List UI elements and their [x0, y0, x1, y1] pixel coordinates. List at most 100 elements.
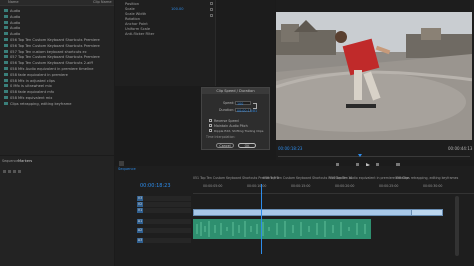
project-item-label: 0 Mfx is ultrawheel mix — [10, 84, 52, 89]
reset-icon[interactable] — [210, 2, 213, 5]
program-timecode-left[interactable]: 00:00:18:23 — [278, 147, 302, 151]
project-item-label: Audio — [10, 9, 21, 13]
audio-clip-waveform[interactable] — [193, 219, 371, 239]
sequence-side-label: Sequence — [2, 159, 19, 163]
project-item-label: 058 Mfx Audio equivalent in premiere tim… — [10, 67, 94, 71]
project-item-label: 058 fade equivalent in premiere — [10, 72, 68, 77]
tool-icon[interactable] — [8, 170, 11, 173]
clip-icon — [4, 38, 8, 41]
track-toggle[interactable]: A2 — [137, 228, 143, 233]
interpolation-label: Time Interpolation: — [206, 135, 236, 139]
tool-icon[interactable] — [13, 170, 16, 173]
clip-icon — [4, 32, 8, 36]
effect-value[interactable]: 100.00 — [171, 7, 184, 12]
track-toggle[interactable]: A1 — [137, 219, 143, 224]
ripple-edit-label: Ripple Edit, Shifting Trailing Clips — [214, 129, 264, 133]
maintain-pitch-checkbox[interactable] — [209, 124, 212, 127]
effect-keyframe-area — [215, 0, 275, 86]
bottom-left-panel: Markers Sequence — [0, 156, 124, 266]
project-item-label: 057 Top Ten Custom Keyboard Shortcuts Pr… — [10, 55, 100, 60]
timeline-timecode[interactable]: 00:00:18:23 — [140, 184, 171, 189]
duration-field[interactable]: 00:00:14:01 — [235, 108, 257, 113]
duration-label: Duration: — [219, 108, 235, 112]
track-header[interactable]: V3 — [137, 196, 191, 201]
reset-icon[interactable] — [210, 14, 213, 17]
project-item-label: 056 Top Ten Custom Keyboard Shortcuts Pr… — [10, 38, 100, 42]
clip-icon — [4, 49, 8, 53]
duration-column-header[interactable]: Clip Name — [93, 0, 112, 5]
skate-scene-image — [276, 12, 472, 140]
tool-strip — [3, 170, 103, 174]
track-toggle[interactable]: V2 — [137, 202, 143, 207]
sequence-tab[interactable]: Sequence — [118, 167, 136, 172]
track-toggle[interactable]: V1 — [137, 208, 143, 213]
track-toggle[interactable]: V3 — [137, 196, 143, 201]
project-item-label: Audio — [10, 32, 21, 37]
playhead-line[interactable] — [261, 184, 262, 254]
clip-icon — [4, 67, 8, 70]
track-header[interactable]: V1 — [137, 208, 191, 213]
tool-icon[interactable] — [3, 170, 6, 173]
clip-icon — [4, 61, 8, 65]
project-item[interactable]: Clips retrapping, editing keyframe — [2, 101, 110, 107]
program-scrub-bar[interactable] — [278, 156, 470, 157]
clip-icon — [4, 55, 8, 59]
program-video-frame — [276, 12, 472, 140]
timeline-ruler[interactable]: 00:00:05:00 00:00:10:00 00:00:15:00 00:00:2… — [193, 184, 474, 194]
ruler-label: 00:00:15:00 — [291, 184, 311, 188]
timeline-sequence-tab[interactable]: 058 Clips retrapping, editing keyframes — [395, 176, 458, 180]
effect-row-label[interactable]: Anti-flicker Filter — [125, 32, 154, 37]
program-playhead-icon[interactable] — [358, 154, 362, 157]
name-column-header[interactable]: Name — [8, 0, 19, 5]
track-header[interactable]: V2 — [137, 202, 191, 207]
project-item-label: 056 Top Ten Custom Keyboard Shortcuts 2.… — [10, 61, 93, 66]
timeline-scrollbar[interactable] — [455, 196, 459, 256]
track-toggle[interactable]: A3 — [137, 238, 143, 243]
project-item-label: 058 Mfx equivalent mix — [10, 96, 53, 100]
clip-icon — [4, 20, 8, 24]
track-header[interactable]: A1 — [137, 219, 191, 224]
project-item-label: Audio — [10, 26, 21, 31]
track-header[interactable]: A2 — [137, 228, 191, 233]
ruler-label: 00:00:25:00 — [379, 184, 399, 188]
markers-tab[interactable]: Markers — [18, 159, 32, 164]
track-header[interactable]: A3 — [137, 238, 191, 243]
project-item-label: 056 Top Ten Custom Keyboard Shortcuts Pr… — [10, 43, 100, 48]
ruler-label: 00:00:10:00 — [247, 184, 267, 188]
cancel-button[interactable]: Cancel — [216, 143, 234, 148]
clip-icon — [4, 84, 8, 88]
project-item-label: Audio — [10, 20, 21, 25]
clip-icon — [4, 96, 8, 99]
timeline-panel: Sequence 051 Top Ten Custom Keyboard Sho… — [115, 166, 474, 266]
clip-speed-dialog: Clip Speed / Duration Speed: 100 Duratio… — [201, 87, 270, 150]
project-item-label: 057 Top Ten custom keyboard shortcuts ec — [10, 49, 87, 54]
clip-icon — [4, 72, 8, 76]
video-clip[interactable] — [193, 209, 443, 216]
ruler-label: 00:00:20:00 — [335, 184, 355, 188]
reverse-speed-checkbox[interactable] — [209, 119, 212, 122]
program-timecode-right: 00:00:44:13 — [448, 146, 473, 151]
project-header: Name Clip Name — [0, 0, 114, 6]
project-item-label: Audio — [10, 14, 21, 19]
project-panel: Name Clip Name Audio Audio Audio Audio Audio… — [0, 0, 114, 155]
program-monitor-panel: 00:00:18:23 00:00:44:13 — [276, 0, 474, 167]
reverse-speed-label: Reverse Speed — [214, 119, 239, 123]
video-clip-right[interactable] — [411, 209, 443, 216]
ripple-edit-checkbox[interactable] — [209, 129, 212, 132]
reset-icon[interactable] — [210, 8, 213, 11]
ok-button[interactable]: OK — [238, 143, 256, 148]
clip-icon — [4, 101, 8, 105]
project-item-label: 058 fade equivalent mfx — [10, 90, 55, 95]
project-item-label: Clips retrapping, editing keyframe — [10, 101, 72, 106]
speed-label: Speed: — [223, 101, 235, 105]
speed-field[interactable]: 100 — [235, 101, 251, 106]
project-item-label: 058 Mfx in adjusted clips — [10, 78, 55, 83]
tool-icon[interactable] — [18, 170, 21, 173]
clip-icon — [4, 14, 8, 18]
clip-icon — [4, 43, 8, 47]
maintain-pitch-label: Maintain Audio Pitch — [214, 124, 248, 128]
clip-icon — [4, 90, 8, 94]
ruler-label: 00:00:05:00 — [203, 184, 223, 188]
effect-controls-panel: Position Scale Scale Width Rotation Anchor P… — [115, 0, 275, 86]
clip-icon — [4, 9, 8, 12]
